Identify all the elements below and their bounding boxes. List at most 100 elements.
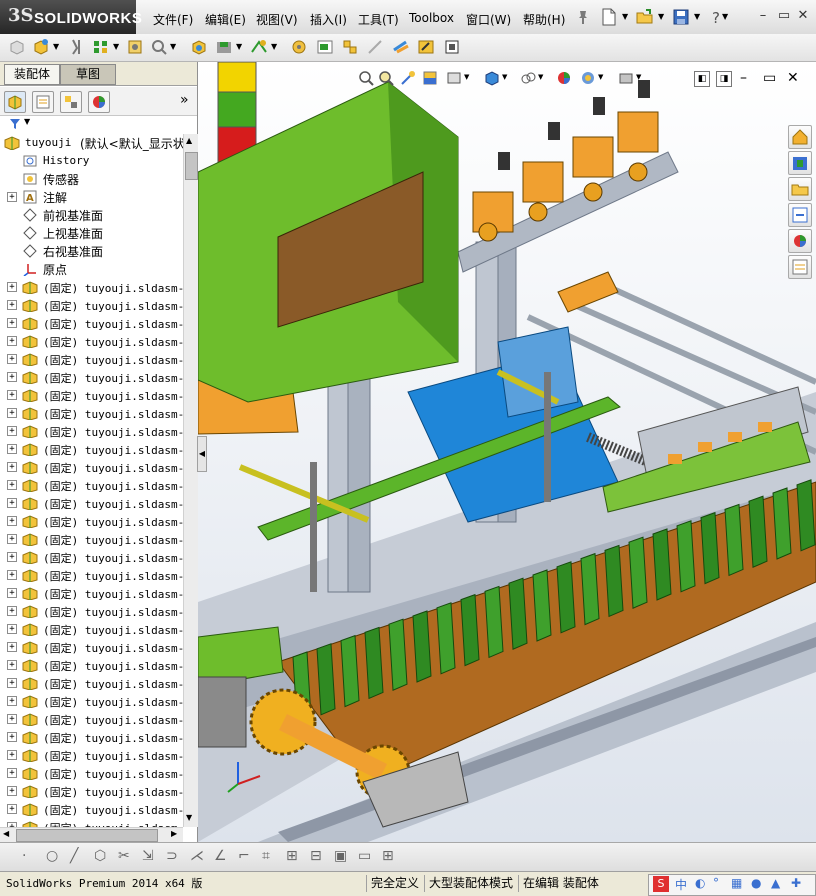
offset-icon[interactable]: ⊃ [166, 848, 178, 864]
tree-component-row[interactable]: + (固定) tuyouji.sldasm-P [0, 440, 183, 458]
extend-icon[interactable]: ⇲ [142, 848, 154, 864]
chevron-down-icon[interactable]: ▼ [113, 42, 119, 51]
filter-funnel-icon[interactable] [9, 118, 21, 130]
apply-scene-icon[interactable] [580, 70, 596, 86]
view-split-icon[interactable]: ⊞ [382, 848, 394, 864]
tree-component-row[interactable]: + (固定) tuyouji.sldasm-P [0, 386, 183, 404]
tree-component-row[interactable]: + (固定) tuyouji.sldasm-P [0, 638, 183, 656]
tree-component-row[interactable]: + (固定) tuyouji.sldasm-P [0, 710, 183, 728]
centerline-icon[interactable]: ⌗ [262, 848, 270, 864]
configuration-manager-tab-icon[interactable] [60, 91, 82, 113]
tree-component-row[interactable]: + (固定) tuyouji.sldasm-P [0, 692, 183, 710]
tree-item[interactable]: 前视基准面 [0, 206, 183, 224]
bill-of-materials-icon[interactable] [316, 38, 334, 56]
tree-expander[interactable]: + [7, 336, 17, 346]
tree-expander[interactable]: + [7, 732, 17, 742]
tree-component-row[interactable]: + (固定) tuyouji.sldasm-P [0, 602, 183, 620]
ime-language-icon[interactable]: 中 [675, 876, 687, 893]
tree-component-row[interactable]: + (固定) tuyouji.sldasm-P [0, 494, 183, 512]
ime-tools-icon[interactable]: ✚ [791, 876, 801, 890]
new-motion-study-icon[interactable] [290, 38, 308, 56]
graphics-viewport[interactable] [198, 62, 816, 842]
tree-component-row[interactable]: + (固定) tuyouji.sldasm-P [0, 746, 183, 764]
tree-expander[interactable]: + [7, 606, 17, 616]
tree-root-assembly[interactable]: tuyouji (默认<默认_显示状 [0, 134, 183, 152]
previous-view-icon[interactable] [400, 70, 416, 86]
tree-component-row[interactable]: + (固定) tuyouji.sldasm-P [0, 800, 183, 818]
custom-properties-icon[interactable] [788, 255, 812, 279]
tree-expander[interactable]: + [7, 390, 17, 400]
menu-tools[interactable]: 工具(T) [358, 11, 399, 28]
ime-punctuation-icon[interactable]: ° [713, 876, 719, 890]
solidworks-resources-icon[interactable] [788, 125, 812, 149]
tree-expander[interactable]: + [7, 408, 17, 418]
sogou-ime-icon[interactable]: S [653, 876, 669, 892]
panel-collapse-handle[interactable]: ◀ [197, 436, 207, 472]
chevron-down-icon[interactable]: ▼ [622, 12, 628, 21]
doc-restore-button[interactable]: ▭ [763, 70, 776, 86]
doc-close-button[interactable]: ✕ [787, 70, 799, 86]
show-hidden-components-icon[interactable] [190, 38, 208, 56]
view-palette-icon[interactable] [788, 203, 812, 227]
tree-expander[interactable]: + [7, 192, 17, 202]
tree-expander[interactable]: + [7, 768, 17, 778]
tree-component-row[interactable]: + (固定) tuyouji.sldasm-P [0, 548, 183, 566]
design-library-icon[interactable] [788, 151, 812, 175]
insert-component-icon[interactable] [8, 38, 26, 56]
tree-component-row[interactable]: + (固定) tuyouji.sldasm-P [0, 458, 183, 476]
tree-expander[interactable]: + [7, 696, 17, 706]
tile-view-icon[interactable]: ◧ [694, 71, 710, 87]
menu-help[interactable]: 帮助(H) [523, 11, 565, 28]
grid-icon[interactable]: ⊟ [310, 848, 322, 864]
move-component-icon[interactable] [150, 38, 168, 56]
tree-component-row[interactable]: + (固定) tuyouji.sldasm-P [0, 566, 183, 584]
dynamic-annotation-icon[interactable] [446, 70, 462, 86]
chevron-down-icon[interactable]: ▼ [636, 73, 641, 81]
minimize-button[interactable]: – [755, 8, 771, 24]
scroll-down-arrow[interactable]: ▼ [186, 813, 192, 822]
tree-item[interactable]: 上视基准面 [0, 224, 183, 242]
menu-toolbox[interactable]: Toolbox [409, 11, 454, 25]
tree-vertical-scrollbar[interactable]: ▲ ▼ [183, 134, 198, 827]
scroll-right-arrow[interactable]: ▶ [171, 829, 177, 838]
tree-expander[interactable]: + [7, 660, 17, 670]
zoom-to-area-icon[interactable] [378, 70, 394, 86]
display-manager-tab-icon[interactable] [88, 91, 110, 113]
tree-expander[interactable]: + [7, 786, 17, 796]
menu-window[interactable]: 窗口(W) [466, 11, 511, 28]
restore-button[interactable]: ▭ [776, 8, 792, 24]
ime-shirt-icon[interactable]: ▲ [771, 876, 780, 890]
hscroll-thumb[interactable] [16, 829, 158, 842]
pin-menu-icon[interactable] [574, 8, 592, 26]
tree-expander[interactable]: + [7, 444, 17, 454]
tree-expander[interactable]: + [7, 642, 17, 652]
tree-component-row[interactable]: + (固定) tuyouji.sldasm-P [0, 314, 183, 332]
circle-icon[interactable]: ○ [46, 848, 58, 864]
linear-pattern-icon[interactable] [92, 38, 110, 56]
tree-horizontal-scrollbar[interactable]: ◀ ▶ [0, 827, 183, 842]
close-button[interactable]: ✕ [795, 8, 811, 24]
point-icon[interactable]: · [22, 848, 26, 864]
tree-expander[interactable]: + [7, 588, 17, 598]
chevron-down-icon[interactable]: ▼ [722, 12, 728, 21]
trim-icon[interactable]: ✂ [118, 848, 130, 864]
interference-detection-icon[interactable] [392, 38, 410, 56]
tree-expander[interactable]: + [7, 426, 17, 436]
chevron-down-icon[interactable]: ▼ [694, 12, 700, 21]
tree-expander[interactable]: + [7, 516, 17, 526]
smart-fasteners-icon[interactable] [126, 38, 144, 56]
tree-expander[interactable]: + [7, 282, 17, 292]
assembly-features-icon[interactable] [215, 38, 233, 56]
save-icon[interactable] [672, 8, 690, 26]
tree-component-row[interactable]: + (固定) tuyouji.sldasm-P [0, 620, 183, 638]
tree-component-row[interactable]: + (固定) tuyouji.sldasm-P [0, 674, 183, 692]
section-view-icon[interactable] [422, 70, 438, 86]
tree-component-row[interactable]: + (固定) tuyouji.sldasm-P [0, 296, 183, 314]
tree-item[interactable]: History [0, 152, 183, 170]
tree-expander[interactable]: + [7, 624, 17, 634]
tree-component-row[interactable]: + (固定) tuyouji.sldasm-P [0, 368, 183, 386]
tree-item[interactable]: 原点 [0, 260, 183, 278]
expand-panel-icon[interactable]: » [180, 92, 189, 108]
tree-expander[interactable]: + [7, 552, 17, 562]
explode-line-sketch-icon[interactable] [366, 38, 384, 56]
